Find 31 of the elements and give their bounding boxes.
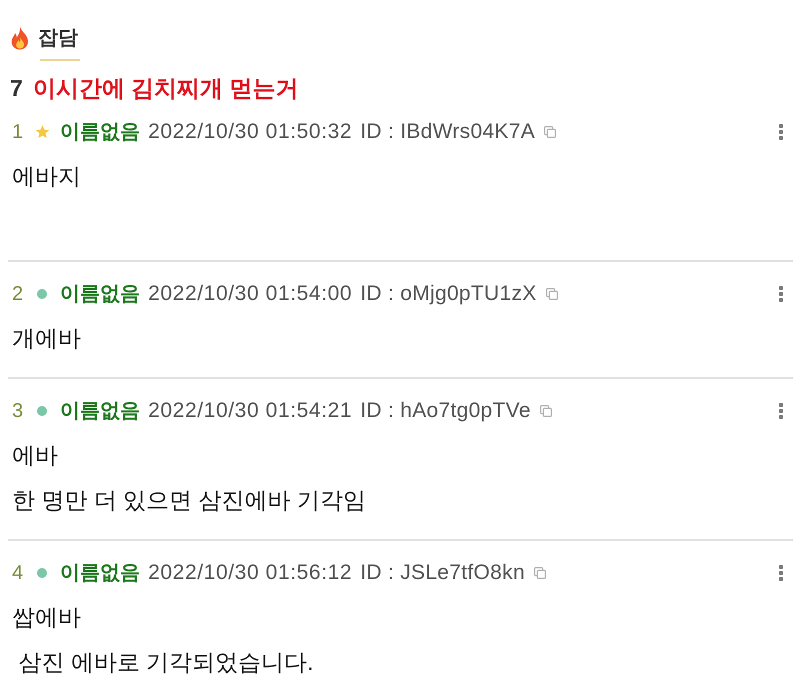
post-text: 한 명만 더 있으면 삼진에바 기각임 xyxy=(12,486,367,515)
more-menu-icon[interactable] xyxy=(779,403,783,419)
post-datetime: 2022/10/30 01:54:21 xyxy=(148,398,352,424)
poster-id: ID : IBdWrs04K7A xyxy=(360,119,536,145)
post-text: 에바지 xyxy=(12,162,82,191)
board-title: 잡담 xyxy=(38,26,78,51)
post-datetime: 2022/10/30 01:50:32 xyxy=(148,119,352,145)
post-datetime: 2022/10/30 01:54:00 xyxy=(148,281,352,307)
more-menu-icon[interactable] xyxy=(779,286,783,302)
post-text: 개에바 xyxy=(12,324,82,353)
post-datetime: 2022/10/30 01:56:12 xyxy=(148,560,352,586)
post-text: 삼진 에바로 기각되었습니다. xyxy=(17,648,315,677)
thread-title: 이시간에 김치찌개 먿는거 xyxy=(32,76,299,100)
more-menu-icon[interactable] xyxy=(779,124,783,140)
poster-id: ID : hAo7tg0pTVe xyxy=(360,398,531,424)
post-number: 2 xyxy=(12,282,24,307)
author-name: 이름없음 xyxy=(60,282,140,307)
poster-id: ID : JSLe7tfO8kn xyxy=(360,560,525,586)
flame-icon xyxy=(10,26,30,50)
poster-id: ID : oMjg0pTU1zX xyxy=(360,281,537,307)
thread-number: 7 xyxy=(10,76,23,100)
post-number: 3 xyxy=(12,399,24,424)
author-name: 이름없음 xyxy=(60,561,140,586)
more-menu-icon[interactable] xyxy=(779,565,783,581)
post-text: 쌉에바 xyxy=(12,603,82,632)
author-name: 이름없음 xyxy=(60,120,140,145)
post-number: 4 xyxy=(12,561,24,586)
post-number: 1 xyxy=(12,120,24,145)
post-text: 에바 xyxy=(12,441,59,470)
underline-indicator xyxy=(40,59,80,61)
author-name: 이름없음 xyxy=(60,399,140,424)
